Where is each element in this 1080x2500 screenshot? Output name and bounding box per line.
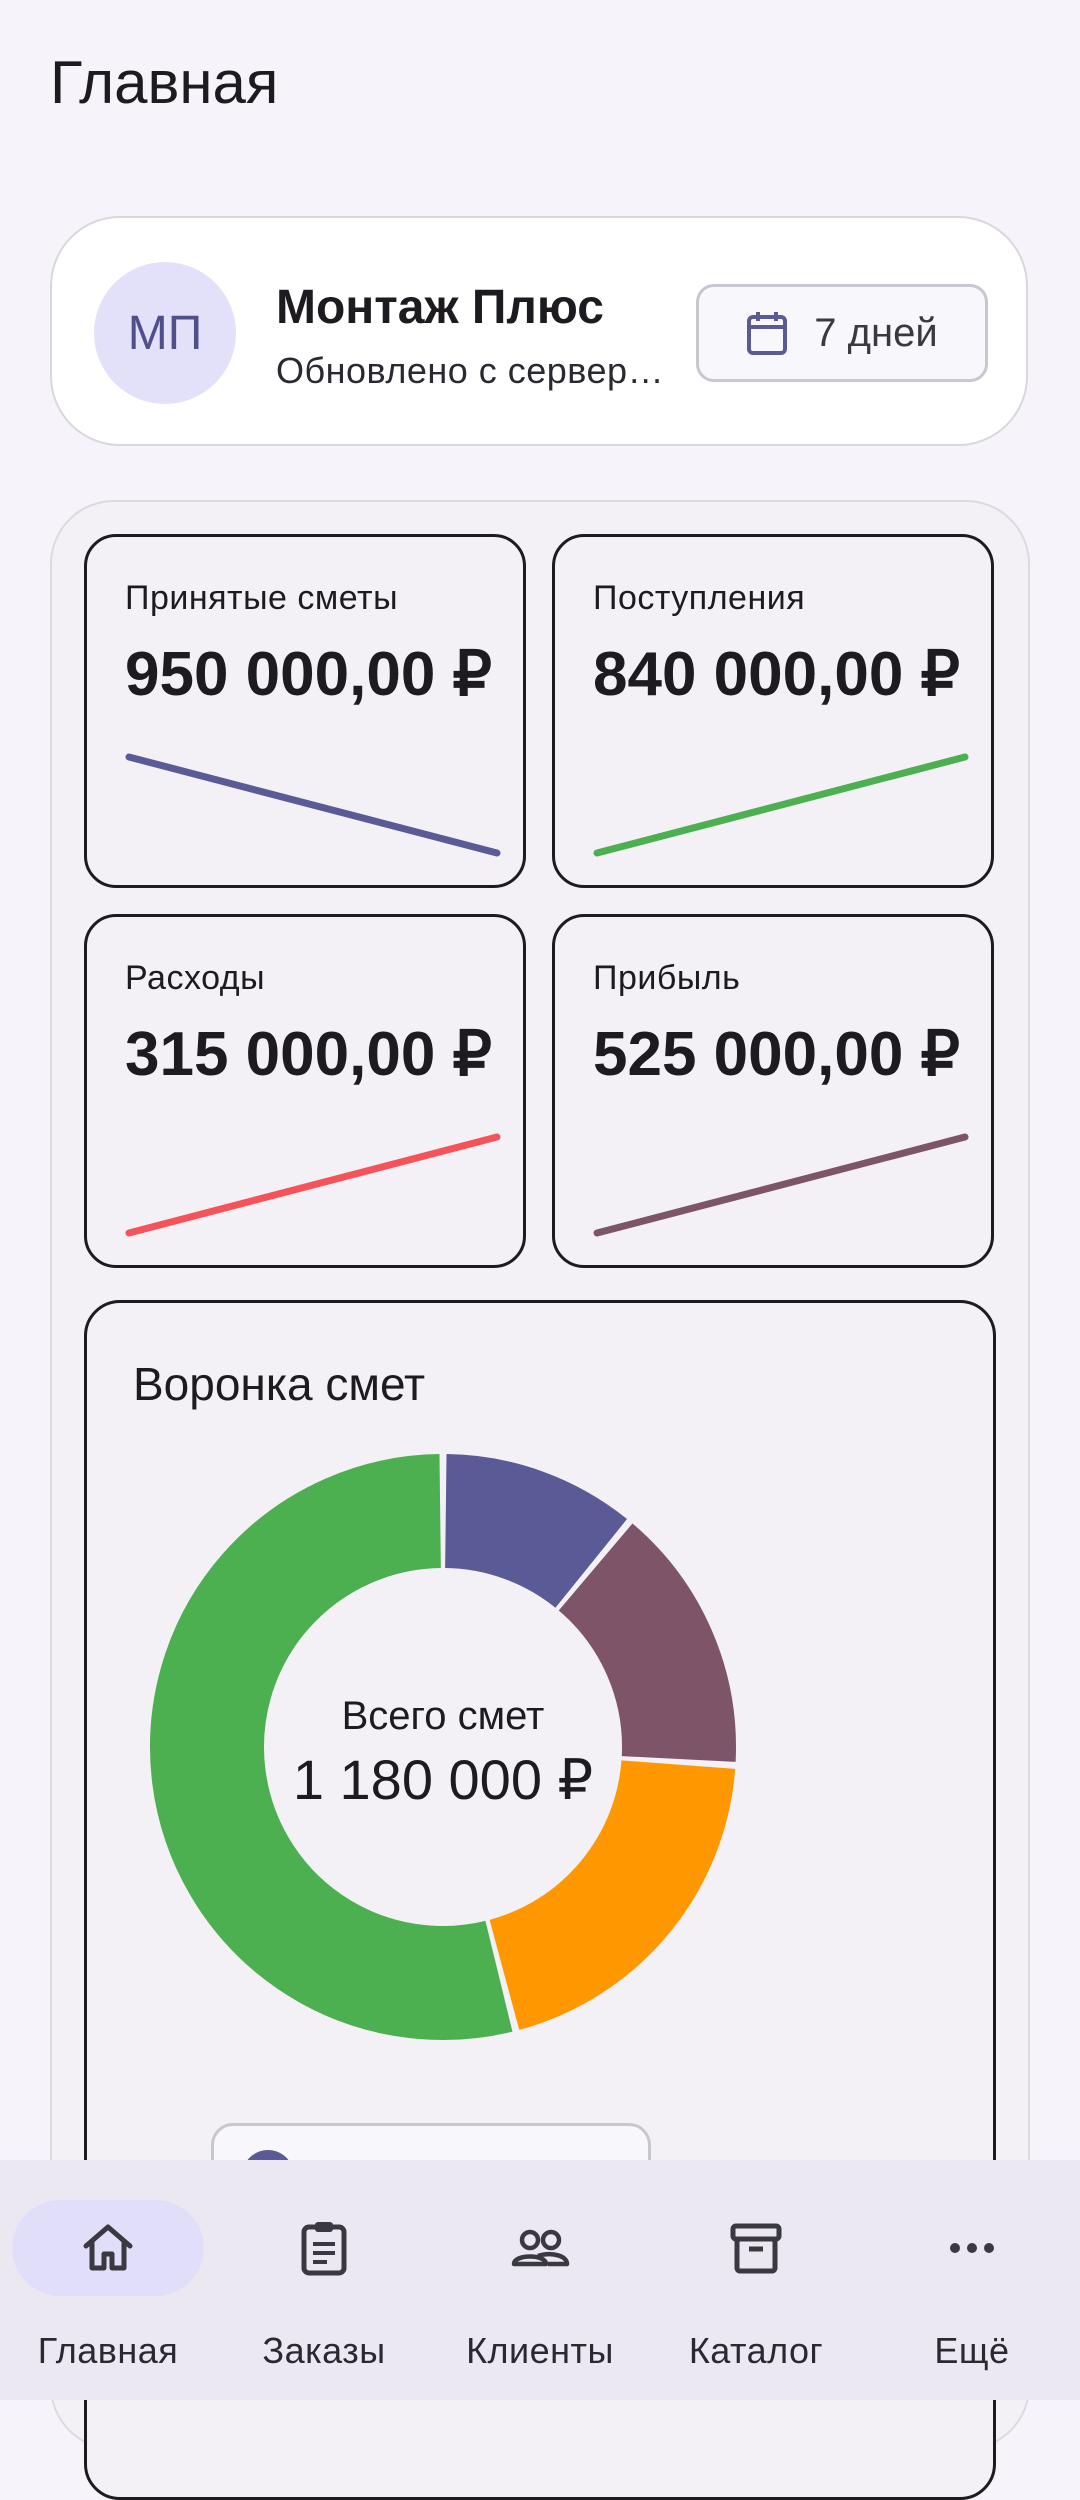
funnel-title: Воронка смет bbox=[133, 1358, 426, 1410]
kpi-card-expenses[interactable]: Расходы 315 000,00 ₽ bbox=[84, 914, 526, 1268]
nav-item-home[interactable]: Главная bbox=[0, 2160, 216, 2400]
trend-sparkline bbox=[593, 753, 969, 857]
donut-segment-3[interactable] bbox=[150, 1454, 513, 2040]
kpi-value: 525 000,00 ₽ bbox=[593, 1020, 960, 1089]
home-icon bbox=[83, 2224, 133, 2271]
nav-label: Заказы bbox=[262, 2330, 386, 2371]
kpi-label: Расходы bbox=[125, 959, 266, 997]
funnel-donut-chart[interactable]: Всего смет 1 180 000 ₽ bbox=[147, 1451, 747, 2051]
donut-center-value: 1 180 000 ₽ bbox=[293, 1748, 593, 1811]
bottom-navigation: Главная Заказы Клиенты Каталог Ещё bbox=[0, 2160, 1080, 2400]
donut-center-label: Всего смет bbox=[342, 1694, 545, 1738]
clipboard-icon bbox=[301, 2222, 347, 2276]
period-label: 7 дней bbox=[814, 310, 938, 355]
kpi-label: Поступления bbox=[593, 579, 806, 617]
kpi-value: 950 000,00 ₽ bbox=[125, 640, 492, 709]
kpi-card-accepted-estimates[interactable]: Принятые сметы 950 000,00 ₽ bbox=[84, 534, 526, 888]
nav-item-orders[interactable]: Заказы bbox=[216, 2160, 432, 2400]
sync-status: Обновлено с сервер… bbox=[276, 350, 665, 391]
donut-segment-0[interactable] bbox=[443, 1454, 628, 1609]
kpi-label: Прибыль bbox=[593, 959, 741, 997]
page-title: Главная bbox=[50, 49, 279, 116]
more-icon bbox=[950, 2243, 994, 2253]
nav-item-clients[interactable]: Клиенты bbox=[432, 2160, 648, 2400]
trend-sparkline bbox=[125, 1133, 501, 1237]
nav-label: Главная bbox=[37, 2330, 179, 2371]
donut-segment-1[interactable] bbox=[557, 1523, 736, 1762]
people-icon bbox=[511, 2229, 570, 2267]
kpi-value: 315 000,00 ₽ bbox=[125, 1020, 492, 1089]
nav-label: Каталог bbox=[688, 2330, 824, 2371]
avatar: МП bbox=[94, 262, 236, 404]
kpi-card-profit[interactable]: Прибыль 525 000,00 ₽ bbox=[552, 914, 994, 1268]
company-card[interactable]: МП Монтаж Плюс Обновлено с сервер… 7 дне… bbox=[50, 216, 1028, 446]
kpi-label: Принятые сметы bbox=[125, 579, 399, 617]
period-button[interactable]: 7 дней bbox=[696, 284, 988, 382]
nav-item-catalog[interactable]: Каталог bbox=[648, 2160, 864, 2400]
nav-label: Ещё bbox=[934, 2330, 1010, 2371]
trend-sparkline bbox=[125, 753, 501, 857]
nav-item-more[interactable]: Ещё bbox=[864, 2160, 1080, 2400]
calendar-icon bbox=[747, 312, 788, 355]
nav-label: Клиенты bbox=[466, 2330, 614, 2371]
kpi-value: 840 000,00 ₽ bbox=[593, 640, 960, 709]
company-name: Монтаж Плюс bbox=[276, 281, 604, 334]
kpi-card-income[interactable]: Поступления 840 000,00 ₽ bbox=[552, 534, 994, 888]
trend-sparkline bbox=[593, 1133, 969, 1237]
archive-icon bbox=[730, 2223, 782, 2274]
